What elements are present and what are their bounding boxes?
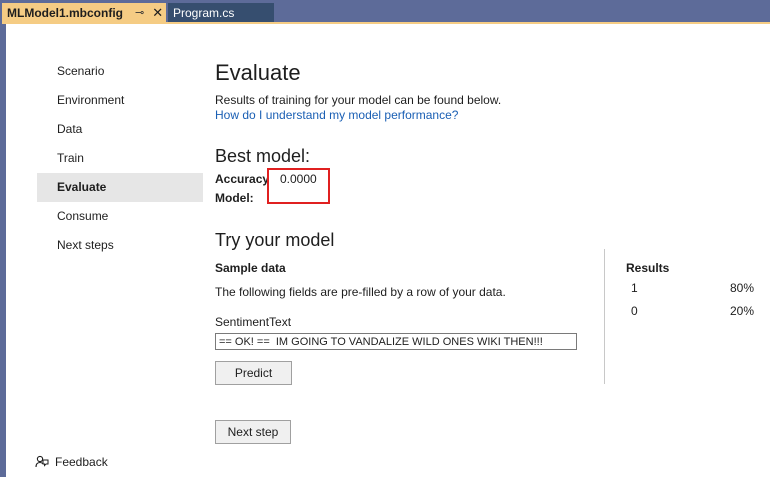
tab-program-cs-label: Program.cs	[173, 5, 235, 20]
result-percentage: 20%	[729, 304, 754, 318]
result-row: 1 80%	[626, 275, 754, 298]
nav-item-data[interactable]: Data	[37, 115, 203, 144]
result-label: 1	[631, 281, 638, 295]
nav-item-environment[interactable]: Environment	[37, 86, 203, 115]
nav-item-consume[interactable]: Consume	[37, 202, 203, 231]
page-subtitle: Results of training for your model can b…	[215, 93, 502, 107]
feedback-link[interactable]: Feedback	[35, 455, 108, 469]
model-builder-document: Scenario Environment Data Train Evaluate…	[6, 24, 770, 477]
nav-item-train[interactable]: Train	[37, 144, 203, 173]
accuracy-label: Accuracy	[215, 172, 270, 186]
page-title: Evaluate	[215, 60, 301, 85]
sentiment-text-input[interactable]	[215, 333, 577, 350]
result-label: 0	[631, 304, 638, 318]
pin-icon[interactable]: ⊸	[135, 6, 144, 19]
result-percentage: 80%	[729, 281, 754, 295]
model-label: Model:	[215, 191, 254, 205]
feedback-label: Feedback	[55, 455, 108, 469]
nav-item-evaluate[interactable]: Evaluate	[37, 173, 203, 202]
try-model-heading: Try your model	[215, 230, 335, 250]
results-heading: Results	[626, 261, 670, 275]
sample-data-heading: Sample data	[215, 261, 286, 275]
document-tab-strip: MLModel1.mbconfig ⊸ ✕ Program.cs	[0, 0, 770, 24]
tab-mlmodel-config-label: MLModel1.mbconfig	[7, 5, 123, 20]
nav-item-scenario[interactable]: Scenario	[37, 57, 203, 86]
accuracy-highlight-box	[267, 168, 330, 204]
tab-mlmodel-config[interactable]: MLModel1.mbconfig ⊸ ✕	[2, 3, 166, 22]
best-model-heading: Best model:	[215, 146, 311, 166]
feedback-icon	[35, 455, 49, 468]
result-row: 0 20%	[626, 298, 754, 321]
close-icon[interactable]: ✕	[152, 5, 163, 21]
tab-program-cs[interactable]: Program.cs	[168, 3, 274, 22]
step-navigation: Scenario Environment Data Train Evaluate…	[37, 57, 203, 260]
sample-data-description: The following fields are pre-filled by a…	[215, 285, 506, 299]
nav-item-next-steps[interactable]: Next steps	[37, 231, 203, 260]
results-panel: Results 1 80% 0 20%	[626, 261, 754, 321]
results-divider	[604, 249, 605, 384]
model-performance-help-link[interactable]: How do I understand my model performance…	[215, 108, 458, 122]
next-step-button[interactable]: Next step	[215, 420, 291, 444]
predict-button[interactable]: Predict	[215, 361, 292, 385]
sentiment-text-label: SentimentText	[215, 315, 292, 329]
